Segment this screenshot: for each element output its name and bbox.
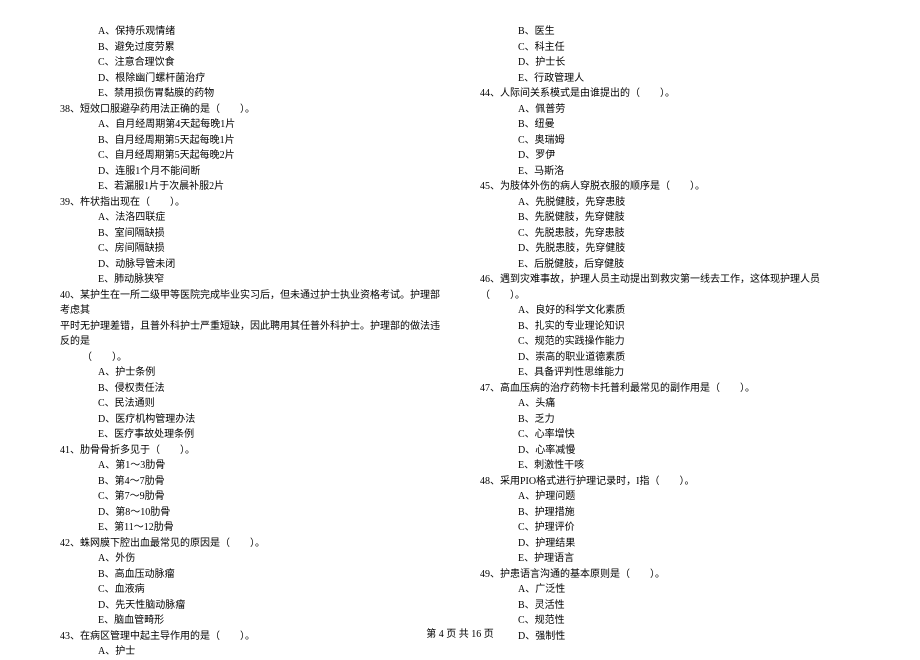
option: A、保持乐观情绪 [60,24,440,40]
option: E、第11～12肋骨 [60,520,440,536]
option: A、佩普劳 [480,102,860,118]
option: A、良好的科学文化素质 [480,303,860,319]
question-40-line1: 40、某护生在一所二级甲等医院完成毕业实习后，但未通过护士执业资格考试。护理部考… [60,288,440,319]
option: D、根除幽门螺杆菌治疗 [60,71,440,87]
option: E、肺动脉狭窄 [60,272,440,288]
question-47: 47、高血压病的治疗药物卡托普利最常见的副作用是（ ）。 [480,381,860,397]
option: E、具备评判性思维能力 [480,365,860,381]
option: D、护士长 [480,55,860,71]
question-38: 38、短效口服避孕药用法正确的是（ ）。 [60,102,440,118]
option: E、医疗事故处理条例 [60,427,440,443]
page-footer: 第 4 页 共 16 页 [0,625,920,640]
option: D、罗伊 [480,148,860,164]
option: A、广泛性 [480,582,860,598]
option: E、后脱健肢，后穿健肢 [480,257,860,273]
option: C、注意合理饮食 [60,55,440,71]
option: C、科主任 [480,40,860,56]
option: D、第8～10肋骨 [60,505,440,521]
question-45: 45、为肢体外伤的病人穿脱衣服的顺序是（ ）。 [480,179,860,195]
option: C、规范的实践操作能力 [480,334,860,350]
question-48: 48、采用PIO格式进行护理记录时，I指（ ）。 [480,474,860,490]
option: B、第4～7肋骨 [60,474,440,490]
question-44: 44、人际间关系模式是由谁提出的（ ）。 [480,86,860,102]
option: C、心率增快 [480,427,860,443]
option: E、刺激性干咳 [480,458,860,474]
option: D、医疗机构管理办法 [60,412,440,428]
option: B、先脱健肢，先穿健肢 [480,210,860,226]
question-41: 41、肋骨骨折多见于（ ）。 [60,443,440,459]
option: B、医生 [480,24,860,40]
question-42: 42、蛛网膜下腔出血最常见的原因是（ ）。 [60,536,440,552]
option: A、外伤 [60,551,440,567]
option: D、动脉导管未闭 [60,257,440,273]
option: C、先脱患肢，先穿患肢 [480,226,860,242]
question-46: 46、遇到灾难事故，护理人员主动提出到救灾第一线去工作，这体现护理人员（ ）。 [480,272,860,303]
option: B、室间隔缺损 [60,226,440,242]
option: E、禁用损伤胃黏膜的药物 [60,86,440,102]
option: C、奥瑞姆 [480,133,860,149]
left-column: A、保持乐观情绪 B、避免过度劳累 C、注意合理饮食 D、根除幽门螺杆菌治疗 E… [60,24,440,614]
option: D、心率减慢 [480,443,860,459]
option: B、灵活性 [480,598,860,614]
option: C、房间隔缺损 [60,241,440,257]
option: A、护士条例 [60,365,440,381]
option: A、自月经周期第4天起每晚1片 [60,117,440,133]
two-column-layout: A、保持乐观情绪 B、避免过度劳累 C、注意合理饮食 D、根除幽门螺杆菌治疗 E… [60,24,860,614]
option: E、护理语言 [480,551,860,567]
option: E、若漏服1片于次晨补服2片 [60,179,440,195]
option: A、先脱健肢，先穿患肢 [480,195,860,211]
option: A、头痛 [480,396,860,412]
option: C、护理评价 [480,520,860,536]
option: D、先脱患肢，先穿健肢 [480,241,860,257]
option: C、自月经周期第5天起每晚2片 [60,148,440,164]
option: D、护理结果 [480,536,860,552]
option: E、行政管理人 [480,71,860,87]
option: A、护理问题 [480,489,860,505]
question-40-line3: （ ）。 [60,350,440,366]
option: C、血液病 [60,582,440,598]
option: B、自月经周期第5天起每晚1片 [60,133,440,149]
option: D、先天性脑动脉瘤 [60,598,440,614]
option: A、第1～3肋骨 [60,458,440,474]
option: B、高血压动脉瘤 [60,567,440,583]
option: A、法洛四联症 [60,210,440,226]
option: B、侵权责任法 [60,381,440,397]
option: E、马斯洛 [480,164,860,180]
option: B、乏力 [480,412,860,428]
option: B、护理措施 [480,505,860,521]
question-39: 39、杵状指出现在（ ）。 [60,195,440,211]
option: B、避免过度劳累 [60,40,440,56]
question-40-line2: 平时无护理差错，且普外科护士严重短缺，因此聘用其任普外科护士。护理部的做法违反的… [60,319,440,350]
question-49: 49、护患语言沟通的基本原则是（ ）。 [480,567,860,583]
option: C、第7～9肋骨 [60,489,440,505]
option: B、扎实的专业理论知识 [480,319,860,335]
option: D、崇高的职业道德素质 [480,350,860,366]
right-column: B、医生 C、科主任 D、护士长 E、行政管理人 44、人际间关系模式是由谁提出… [480,24,860,614]
option: D、连服1个月不能间断 [60,164,440,180]
option: B、纽曼 [480,117,860,133]
option: C、民法通则 [60,396,440,412]
option: A、护士 [60,644,440,660]
